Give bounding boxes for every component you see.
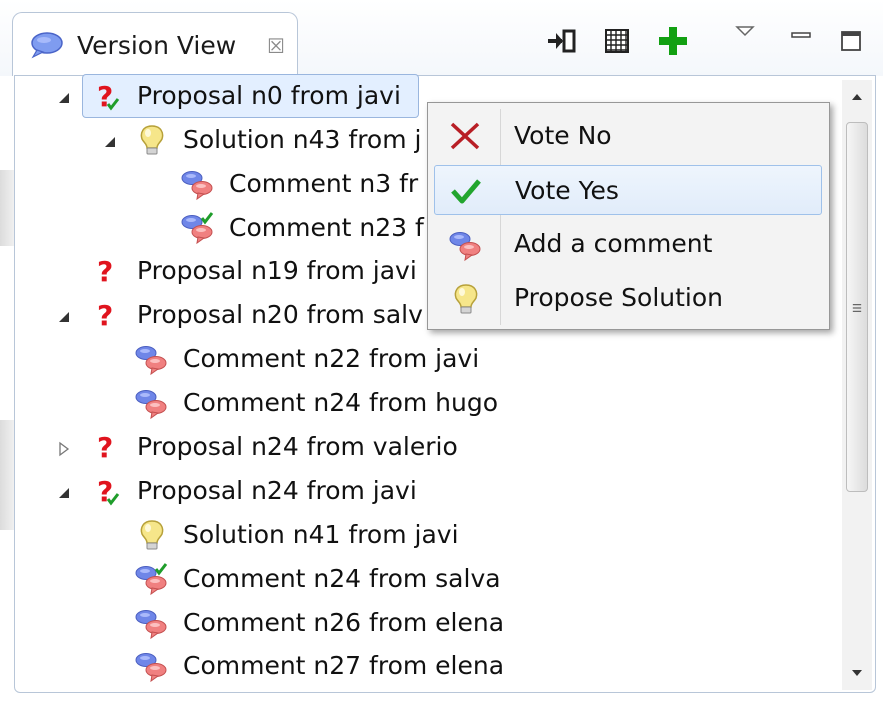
solution-bulb-icon	[448, 282, 482, 314]
solution-bulb-icon	[134, 518, 170, 552]
comment-icon	[134, 386, 170, 420]
tree-item-label[interactable]: Comment n27 from elena	[183, 646, 504, 686]
comment-icon	[180, 167, 216, 201]
menu-item-add-a-comment[interactable]: Add a comment	[434, 219, 822, 269]
proposal-voted-icon: ?	[88, 79, 124, 113]
proposal-icon: ?	[88, 298, 124, 332]
solution-bulb-icon	[134, 123, 170, 157]
tree-item-label[interactable]: Solution n43 from j	[183, 120, 421, 160]
collapsed-twisty-icon[interactable]	[56, 441, 72, 457]
view-menu-icon[interactable]	[728, 14, 762, 48]
close-icon[interactable]: ☒	[265, 35, 287, 57]
svg-text:?: ?	[97, 299, 113, 332]
comment-voted-icon	[180, 211, 216, 245]
expanded-twisty-icon[interactable]	[102, 134, 118, 150]
svg-text:?: ?	[97, 255, 113, 288]
tab-title: Version View	[77, 31, 237, 60]
comment-icon	[134, 342, 170, 376]
vertical-scrollbar[interactable]	[842, 80, 872, 690]
tab-bar: Version View ☒	[0, 0, 883, 76]
collapse-all-icon[interactable]	[544, 24, 578, 58]
comment-icon	[448, 228, 482, 262]
menu-item-label: Vote No	[514, 121, 612, 150]
tree-item-label[interactable]: Comment n24 from salva	[183, 559, 501, 599]
grid-icon[interactable]	[600, 24, 634, 58]
speech-bubble-icon	[29, 31, 63, 59]
proposal-icon: ?	[88, 430, 124, 464]
tree-item-label[interactable]: Comment n26 from elena	[183, 603, 504, 643]
tree-item-label[interactable]: Comment n3 fr	[229, 164, 418, 204]
expanded-twisty-icon[interactable]	[56, 485, 72, 501]
tree-item-label[interactable]: Comment n23 f	[229, 208, 424, 248]
scroll-thumb[interactable]	[846, 122, 868, 492]
expanded-twisty-icon[interactable]	[56, 309, 72, 325]
menu-item-vote-no[interactable]: Vote No	[434, 111, 822, 161]
minimize-icon[interactable]	[784, 18, 818, 52]
menu-item-label: Add a comment	[514, 229, 713, 258]
comment-icon	[134, 606, 170, 640]
tab-version-view[interactable]: Version View ☒	[12, 12, 298, 76]
tree-item-label[interactable]: Comment n22 from javi	[183, 339, 479, 379]
comment-voted-icon	[134, 562, 170, 596]
menu-item-vote-yes[interactable]: Vote Yes	[434, 165, 822, 215]
tree-item-label[interactable]: Proposal n20 from salv	[137, 295, 423, 335]
scroll-up-arrow-icon[interactable]	[842, 84, 872, 110]
add-icon[interactable]	[656, 24, 690, 58]
comment-icon	[134, 649, 170, 683]
tree-item-label[interactable]: Solution n41 from javi	[183, 515, 459, 555]
svg-text:?: ?	[97, 431, 113, 464]
menu-item-propose-solution[interactable]: Propose Solution	[434, 273, 822, 323]
proposal-voted-icon: ?	[88, 474, 124, 508]
tree-item-label[interactable]: Proposal n0 from javi	[137, 76, 401, 116]
version-view-window: Version View ☒ ? Proposal n0 from javi S…	[0, 0, 883, 701]
menu-item-label: Propose Solution	[514, 283, 724, 312]
green-check-icon	[449, 175, 483, 207]
tree-item-label[interactable]: Comment n24 from hugo	[183, 383, 498, 423]
context-menu: Vote No Vote Yes Add a comment Propose So…	[427, 102, 830, 330]
tree-item-label[interactable]: Proposal n24 from valerio	[137, 427, 458, 467]
tree-item-label[interactable]: Proposal n19 from javi	[137, 251, 417, 291]
expanded-twisty-icon[interactable]	[56, 90, 72, 106]
proposal-icon: ?	[88, 254, 124, 288]
scroll-down-arrow-icon[interactable]	[842, 660, 872, 686]
grip-icon	[852, 304, 862, 312]
menu-item-label: Vote Yes	[515, 176, 619, 205]
maximize-icon[interactable]	[834, 24, 868, 58]
red-x-icon	[448, 120, 482, 152]
tree-item-label[interactable]: Proposal n24 from javi	[137, 471, 417, 511]
